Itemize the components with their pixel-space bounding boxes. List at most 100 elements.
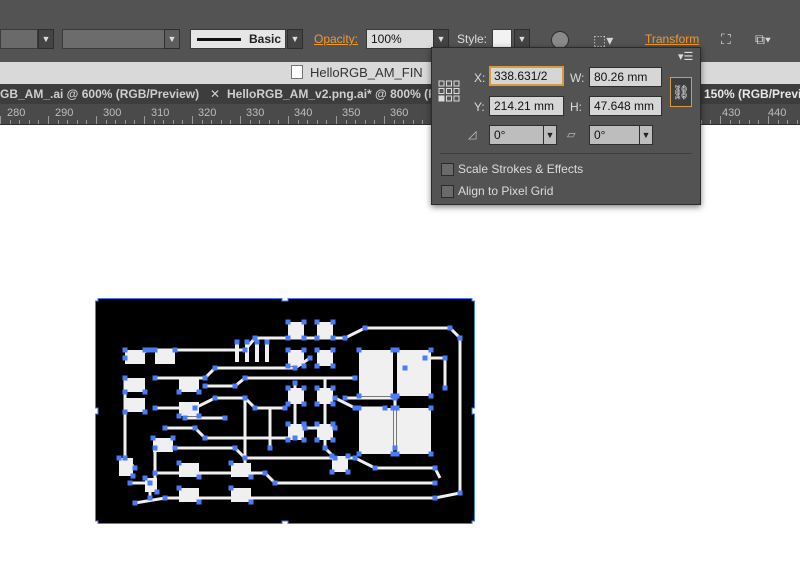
graphic-style-arrow[interactable]: ▼ [514, 29, 530, 49]
anchor-point [196, 389, 202, 395]
align-icon[interactable]: ⬚▾ [593, 33, 613, 47]
anchor-point [142, 347, 148, 353]
ruler-tick-mark [739, 120, 740, 124]
anchor-point [176, 460, 182, 466]
ruler-tick-mark [355, 120, 356, 124]
fill-dropdown-arrow[interactable]: ▼ [38, 29, 54, 49]
ruler-tick: 300 [103, 107, 122, 119]
anchor-point [285, 319, 291, 325]
align-pixel-grid-checkbox[interactable] [441, 185, 454, 198]
anchor-point [122, 409, 128, 415]
height-field[interactable]: 47.648 mm [589, 96, 662, 116]
anchor-point [392, 445, 398, 451]
ruler-tick-mark [403, 120, 404, 124]
anchor-point [254, 339, 260, 345]
anchor-point [330, 401, 336, 407]
tab-document-active[interactable]: 150% (RGB/Preview) [704, 84, 800, 104]
stroke-profile-dropdown[interactable]: Basic [190, 29, 286, 49]
anchor-point [330, 363, 336, 369]
anchor-point [122, 455, 128, 461]
w-label: W: [570, 71, 585, 85]
ruler-tick-mark [173, 120, 174, 124]
stroke-profile-arrow[interactable]: ▼ [287, 29, 303, 49]
anchor-point [314, 319, 320, 325]
ruler-tick-mark [48, 116, 49, 124]
y-position-field[interactable]: 214.21 mm [489, 96, 564, 116]
opacity-input[interactable]: 100% [366, 29, 434, 49]
anchor-point [330, 335, 336, 341]
anchor-point [314, 347, 320, 353]
anchor-point [152, 470, 158, 476]
tab-label: GB_AM_.ai @ 600% (RGB/Preview) [0, 87, 200, 101]
ruler-tick-mark [163, 120, 164, 124]
ruler-tick-mark [749, 120, 750, 124]
anchor-point [330, 421, 336, 427]
ruler-tick: 430 [722, 107, 741, 119]
anchor-point [212, 365, 218, 371]
opacity-value: 100% [371, 32, 402, 46]
scale-strokes-checkbox[interactable] [441, 163, 454, 176]
rotate-icon: ◿ [468, 129, 477, 141]
anchor-point [172, 445, 178, 451]
anchor-point [442, 385, 448, 391]
constrain-proportions-link-icon[interactable]: ⛓ [670, 77, 692, 107]
anchor-point [202, 383, 208, 389]
rotate-field[interactable]: 0° [489, 125, 544, 145]
tab-label: HelloRGB_AM_v2.png.ai* @ 800% (R [227, 87, 432, 101]
anchor-point [122, 389, 128, 395]
graphic-style-swatch[interactable] [492, 29, 512, 49]
anchor-point [428, 393, 434, 399]
anchor-point [356, 405, 362, 411]
shear-dropdown-arrow[interactable]: ▼ [639, 125, 653, 145]
ruler-tick-mark [298, 120, 299, 124]
width-field[interactable]: 80.26 mm [589, 67, 662, 87]
reference-point-icon[interactable] [438, 80, 460, 102]
anchor-point [428, 451, 434, 457]
stroke-weight-dropdown[interactable] [62, 29, 166, 49]
ruler-tick-mark [336, 116, 337, 124]
shear-field[interactable]: 0° [589, 125, 645, 145]
ruler-tick-mark [211, 120, 212, 124]
anchor-point [432, 465, 438, 471]
anchor-point [202, 435, 208, 441]
isolate-group-icon[interactable]: ⛶ [721, 32, 731, 46]
pcb-artwork[interactable] [95, 298, 475, 524]
ruler-tick: 350 [342, 107, 361, 119]
tab-document-1[interactable]: GB_AM_.ai @ 600% (RGB/Preview) [0, 84, 200, 104]
anchor-point [330, 347, 336, 353]
anchor-point [192, 425, 198, 431]
anchor-point [432, 480, 438, 486]
anchor-point [242, 395, 248, 401]
anchor-point [242, 347, 248, 353]
anchor-point [457, 335, 463, 341]
anchor-point [314, 363, 320, 369]
anchor-point [232, 383, 238, 389]
anchor-point [147, 347, 153, 353]
rotate-dropdown-arrow[interactable]: ▼ [543, 125, 557, 145]
anchor-point [356, 451, 362, 457]
close-tab-icon[interactable]: ✕ [210, 87, 220, 101]
anchor-point [322, 445, 328, 451]
anchor-point [132, 465, 138, 471]
transform-panel-link[interactable]: Transform [645, 32, 699, 46]
ruler-tick-mark [768, 116, 769, 124]
tab-document-2[interactable]: HelloRGB_AM_v2.png.ai* @ 800% (R [227, 84, 432, 104]
opacity-arrow[interactable]: ▼ [433, 29, 449, 49]
anchor-point [196, 499, 202, 505]
ruler-tick: 310 [151, 107, 170, 119]
x-position-field[interactable]: 338.631/2 [489, 66, 564, 86]
ruler-tick-mark [250, 120, 251, 124]
ruler-tick-mark [422, 120, 423, 124]
document-file-icon [291, 65, 303, 79]
stroke-weight-arrow[interactable]: ▼ [164, 29, 180, 49]
anchor-point [345, 453, 351, 459]
opacity-label[interactable]: Opacity: [314, 32, 358, 46]
anchor-point [196, 474, 202, 480]
ruler-tick-mark [394, 120, 395, 124]
anchor-point [122, 375, 128, 381]
arrange-icon[interactable]: ⧉▾ [755, 32, 771, 46]
fill-swatch-dropdown[interactable] [0, 29, 38, 49]
panel-menu-icon[interactable]: ▾☰ [678, 50, 693, 63]
anchor-point [228, 485, 234, 491]
anchor-point [301, 335, 307, 341]
